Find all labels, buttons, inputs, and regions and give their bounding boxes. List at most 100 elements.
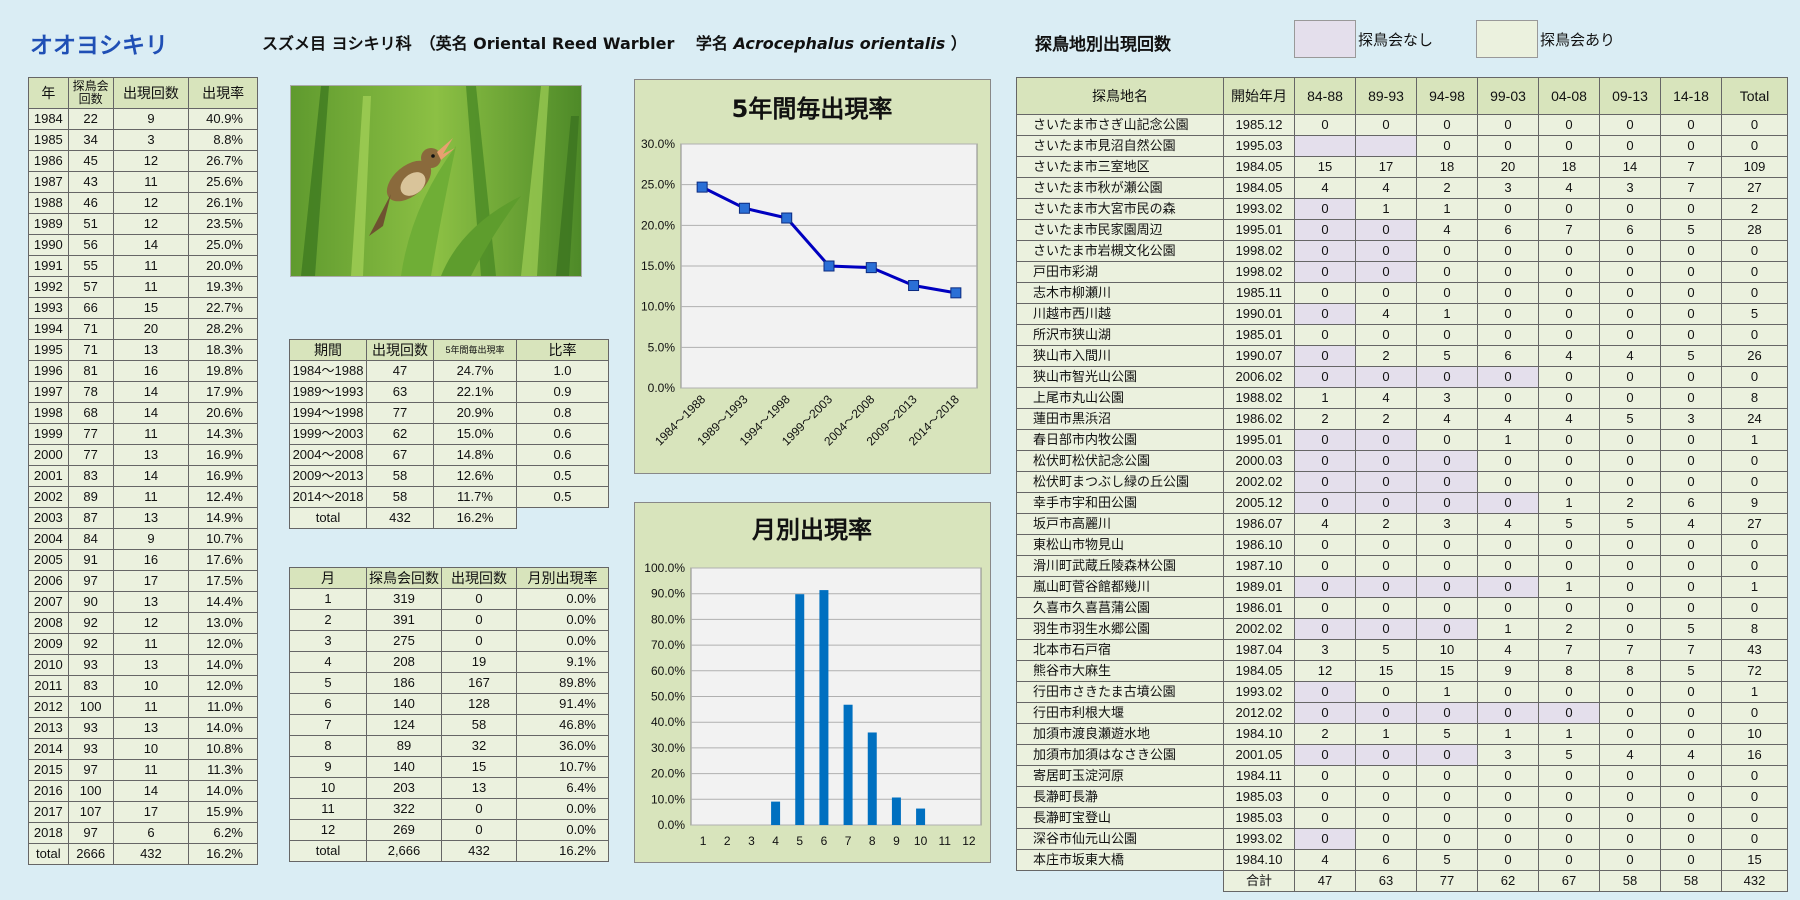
site-count-cell: 0: [1416, 555, 1478, 577]
site-count-cell: 0: [1355, 765, 1417, 787]
table-row: 坂戸市高麗川 1986.07 4 2 3 4 5 5 4 27: [1016, 513, 1788, 535]
yearly-events-cell: 107: [67, 801, 114, 823]
site-count-cell: 0: [1721, 765, 1788, 787]
yearly-col-appear: 出現回数: [112, 77, 190, 109]
monthly-appear-cell: 0: [441, 630, 517, 652]
yearly-rate-cell: 18.3%: [188, 339, 258, 361]
monthly-rate-cell: 16.2%: [516, 840, 609, 862]
site-name-cell: 久喜市久喜菖蒲公園: [1016, 597, 1224, 619]
taxonomy-prefix: スズメ目 ヨシキリ科 （英名 Oriental Reed Warbler 学名: [262, 34, 734, 53]
site-name-cell: 上尾市丸山公園: [1016, 387, 1224, 409]
yearly-appear-cell: 12: [112, 213, 190, 235]
yearly-rate-cell: 25.0%: [188, 234, 258, 256]
period-ratio-cell: 0.6: [516, 423, 609, 445]
y-tick-label: 10.0%: [651, 792, 685, 806]
site-count-cell: 4: [1294, 513, 1356, 535]
site-count-cell: 0: [1660, 786, 1722, 808]
yearly-appear-cell: 3: [112, 129, 190, 151]
site-count-cell: 1: [1477, 618, 1539, 640]
yearly-year-cell: 2006: [28, 570, 69, 592]
site-count-cell: 0: [1599, 576, 1661, 598]
monthly-rate-cell: 0.0%: [516, 819, 609, 841]
monthly-rate-chart: 月別出現率 0.0% 10.0% 20.0% 30.0% 40.0% 50.0% 60.0% 7…: [634, 502, 991, 863]
monthly-rate-cell: 0.0%: [516, 630, 609, 652]
yearly-appear-cell: 14: [112, 381, 190, 403]
data-point: [950, 287, 962, 299]
yearly-events-cell: 68: [67, 402, 114, 424]
monthly-appear-cell: 0: [441, 588, 517, 610]
yearly-year-cell: 2000: [28, 444, 69, 466]
table-row: 川越市西川越 1990.01 0 4 1 0 0 0 0 5: [1016, 303, 1788, 325]
site-count-cell: 0: [1294, 198, 1356, 220]
yearly-year-cell: 1999: [28, 423, 69, 445]
site-count-cell: 0: [1660, 828, 1722, 850]
yearly-year-cell: 1991: [28, 255, 69, 277]
legend-swatch-event: [1476, 20, 1538, 58]
site-count-cell: 5: [1721, 303, 1788, 325]
site-count-cell: 0: [1416, 807, 1478, 829]
site-count-cell: 0: [1599, 618, 1661, 640]
site-start-cell: 1987.04: [1223, 639, 1295, 661]
table-row: 2012 100 11 11.0%: [28, 696, 258, 718]
table-row: 2004～2008 67 14.8% 0.6: [289, 444, 609, 466]
site-start-cell: 2000.03: [1223, 450, 1295, 472]
monthly-events-cell: 269: [366, 819, 442, 841]
site-count-cell: 0: [1355, 555, 1417, 577]
period-ratio-cell: 1.0: [516, 360, 609, 382]
site-name-cell: 行田市利根大堰: [1016, 702, 1224, 724]
yearly-events-cell: 97: [67, 570, 114, 592]
site-count-cell: 3: [1416, 513, 1478, 535]
site-col-5: 99-03: [1477, 77, 1539, 115]
site-start-cell: 1985.03: [1223, 786, 1295, 808]
site-count-cell: 15: [1721, 849, 1788, 871]
taxonomy-suffix: ）: [945, 34, 967, 53]
yearly-year-cell: 2007: [28, 591, 69, 613]
monthly-appear-cell: 58: [441, 714, 517, 736]
site-count-cell: 0: [1538, 555, 1600, 577]
yearly-rate-cell: 12.4%: [188, 486, 258, 508]
legend-swatch-no-event: [1294, 20, 1356, 58]
period-range-cell: 1999～2003: [289, 423, 367, 445]
x-tick-label: 6: [821, 834, 828, 848]
y-tick-label: 40.0%: [651, 715, 685, 729]
site-count-cell: 0: [1721, 555, 1788, 577]
yearly-rate-cell: 19.8%: [188, 360, 258, 382]
yearly-year-cell: 1996: [28, 360, 69, 382]
site-count-cell: 0: [1721, 471, 1788, 493]
x-tick-label: 10: [914, 834, 928, 848]
site-count-cell: 109: [1721, 156, 1788, 178]
yearly-header-row: 年 探鳥会回数 出現回数 出現率: [28, 77, 258, 109]
site-count-cell: 0: [1355, 576, 1417, 598]
site-count-cell: 0: [1477, 555, 1539, 577]
site-count-cell: 2: [1721, 198, 1788, 220]
site-count-cell: 0: [1599, 387, 1661, 409]
period-rate-cell: 14.8%: [433, 444, 517, 466]
site-count-cell: 5: [1416, 849, 1478, 871]
site-count-cell: 0: [1477, 828, 1539, 850]
site-count-cell: 4: [1294, 849, 1356, 871]
table-row: 1998 68 14 20.6%: [28, 402, 258, 424]
monthly-col-rate: 月別出現率: [516, 567, 609, 589]
yearly-rate-cell: 13.0%: [188, 612, 258, 634]
yearly-events-cell: 91: [67, 549, 114, 571]
yearly-year-cell: 2013: [28, 717, 69, 739]
yearly-appear-cell: 14: [112, 402, 190, 424]
site-count-cell: 26: [1721, 345, 1788, 367]
yearly-appear-cell: 11: [112, 276, 190, 298]
yearly-rate-cell: 14.9%: [188, 507, 258, 529]
period-appear-cell: 58: [366, 465, 434, 487]
site-count-cell: 0: [1721, 261, 1788, 283]
site-count-cell: 4: [1294, 177, 1356, 199]
site-count-cell: 0: [1355, 219, 1417, 241]
yearly-year-cell: 1993: [28, 297, 69, 319]
table-row: さいたま市大宮市民の森 1993.02 0 1 1 0 0 0 0 2: [1016, 198, 1788, 220]
site-count-cell: 24: [1721, 408, 1788, 430]
yearly-events-cell: 87: [67, 507, 114, 529]
site-count-cell: 0: [1538, 324, 1600, 346]
site-count-cell: 15: [1416, 660, 1478, 682]
yearly-year-cell: 2009: [28, 633, 69, 655]
bar: [916, 808, 926, 825]
site-count-cell: 4: [1355, 387, 1417, 409]
data-point: [738, 202, 750, 214]
site-count-cell: [1355, 135, 1417, 157]
